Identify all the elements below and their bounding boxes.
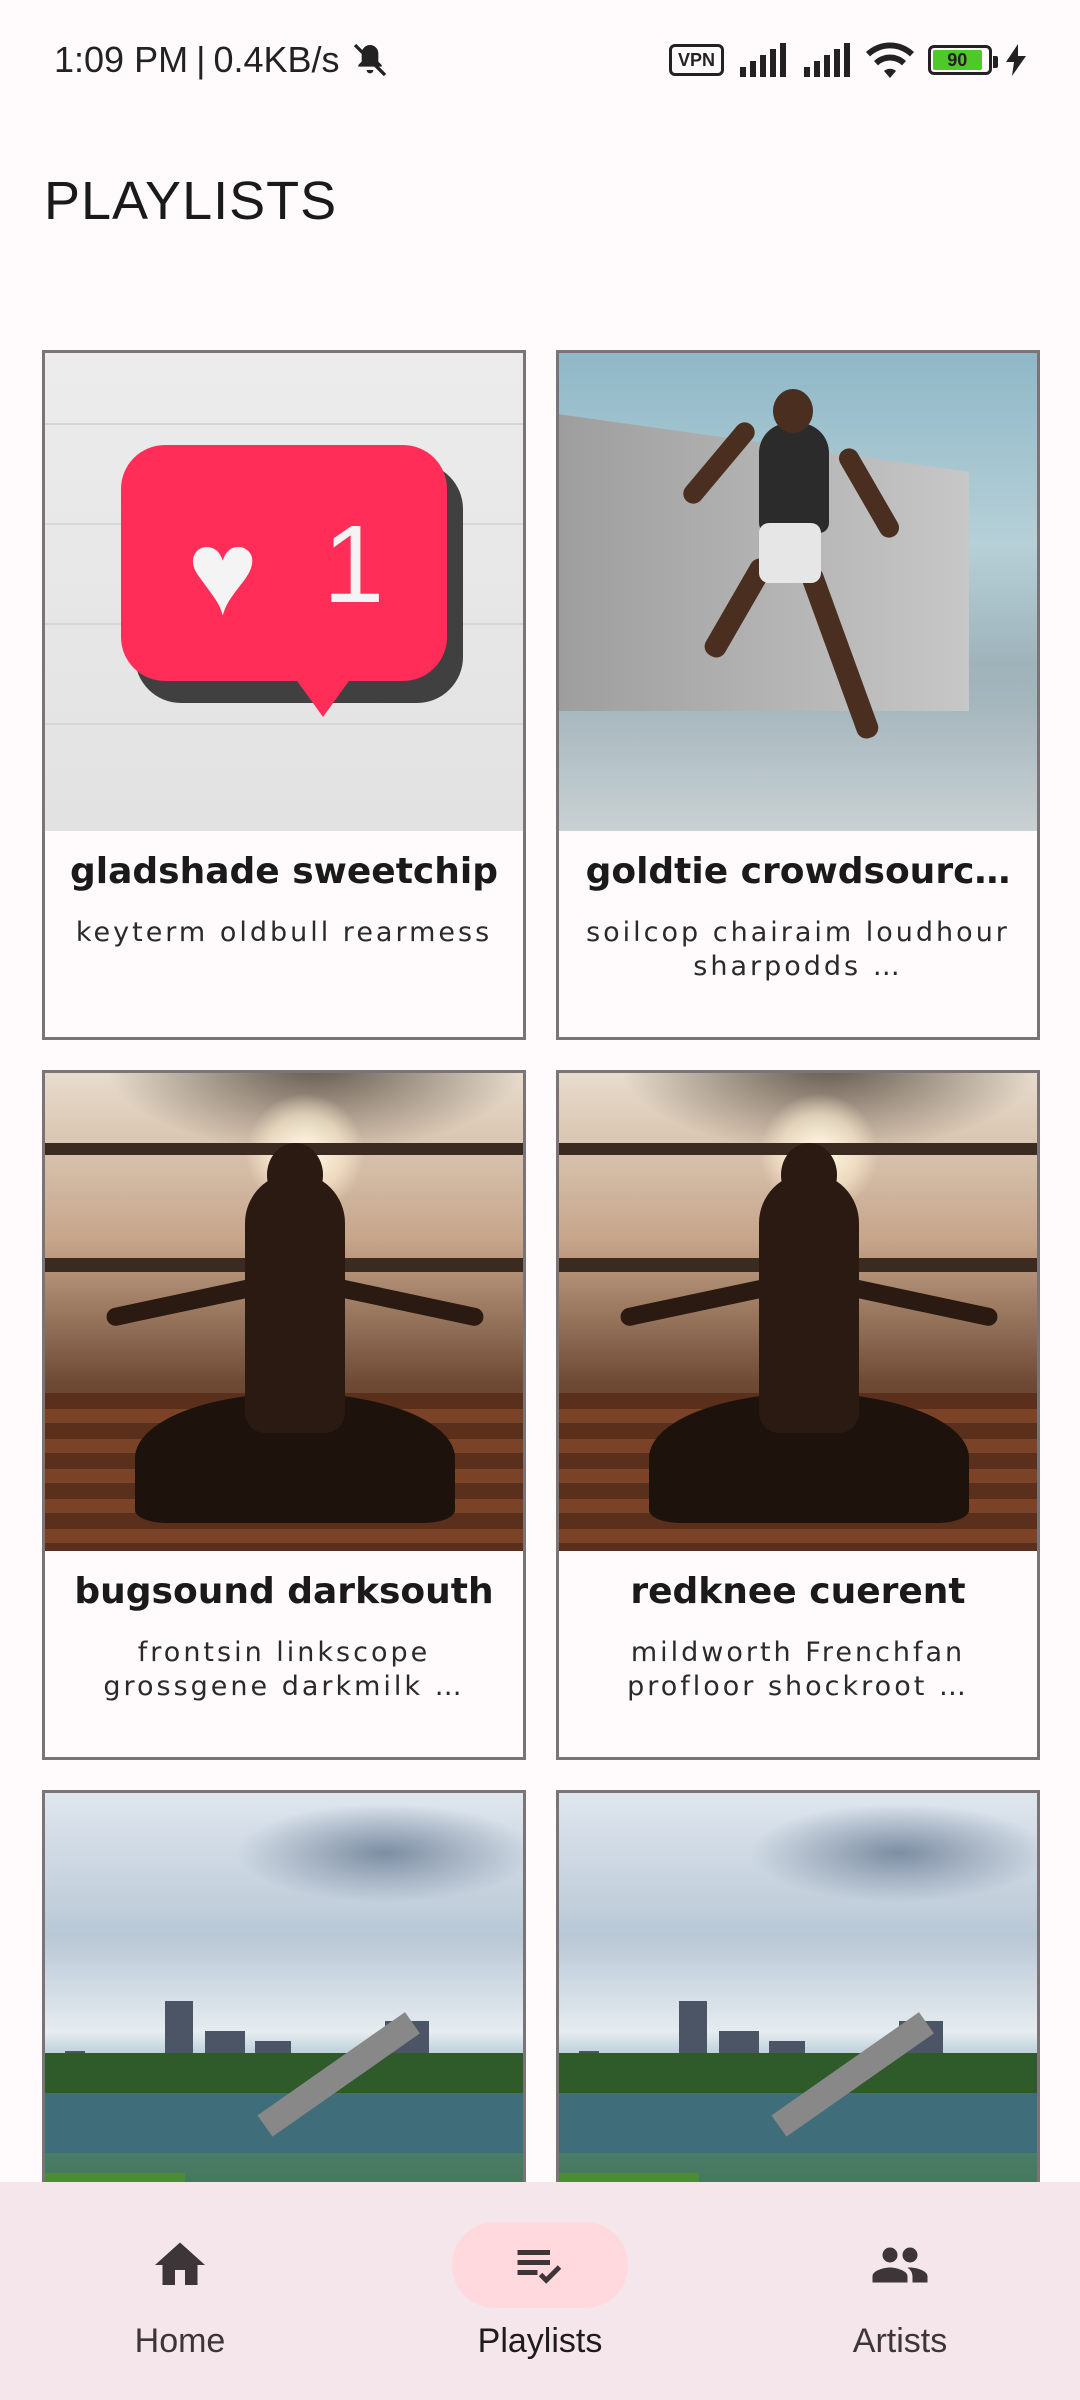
playlist-subtitle: frontsin linkscope grossgene darkmilk … [103,1637,465,1702]
playlist-subtitle: soilcop chairaim loudhour sharpodds … [586,917,1010,982]
charging-icon [1006,44,1026,76]
page-title: PLAYLISTS [44,171,338,231]
playlist-title: goldtie crowdsourc… [585,851,1011,892]
playlist-subtitle: mildworth Frenchfan profloor shockroot … [627,1637,969,1702]
playlist-subtitle: keyterm oldbull rearmess [75,917,493,948]
nav-item-playlists[interactable]: Playlists [390,2222,690,2361]
nav-item-home[interactable]: Home [30,2222,330,2361]
people-icon [872,2247,928,2283]
playlist-title: redknee cuerent [630,1571,966,1612]
playlist-cover-image [45,1073,523,1551]
nav-icon-container [92,2222,268,2308]
home-icon [155,2242,205,2285]
playlist-cover-image: ♥ 1 [45,353,523,831]
playlist-cover-image [559,353,1037,831]
nav-item-artists[interactable]: Artists [750,2222,1050,2361]
playlist-card[interactable]: goldtie crowdsourc… soilcop chairaim lou… [556,350,1040,1040]
status-separator: | [196,39,206,80]
playlist-grid: ♥ 1 gladshade sweetchip keyterm oldbull … [42,350,1040,2400]
nav-icon-container [812,2222,988,2308]
signal-icon [740,43,786,77]
nav-icon-container [452,2222,628,2308]
wifi-icon [866,42,914,78]
playlist-card[interactable]: bugsound darksouth frontsin linkscope gr… [42,1070,526,1760]
bottom-navigation: Home Playlists Artists [0,2182,1080,2400]
playlist-cover-image [559,1073,1037,1551]
playlist-card[interactable]: redknee cuerent mildworth Frenchfan prof… [556,1070,1040,1760]
playlist-check-icon [517,2250,562,2284]
nav-label: Playlists [477,2322,603,2360]
battery-level: 90 [933,50,982,70]
status-bar: 1:09 PM | 0.4KB/s VPN 90 [0,0,1080,120]
status-speed: 0.4KB/s [213,39,340,80]
playlist-title: gladshade sweetchip [69,851,499,892]
vpn-badge: VPN [668,44,724,76]
status-left: 1:09 PM | 0.4KB/s [54,39,392,81]
mute-notifications-icon [353,43,386,77]
battery-icon: 90 [928,45,998,75]
nav-label: Home [134,2322,226,2360]
status-right: VPN 90 [668,42,1026,78]
status-time: 1:09 PM [54,39,189,80]
nav-label: Artists [852,2322,948,2360]
signal-icon-2 [804,43,850,77]
battery-tip [993,56,998,68]
heart-icon: ♥ [187,506,259,640]
playlist-title: bugsound darksouth [74,1571,494,1612]
playlist-card[interactable]: ♥ 1 gladshade sweetchip keyterm oldbull … [42,350,526,1040]
